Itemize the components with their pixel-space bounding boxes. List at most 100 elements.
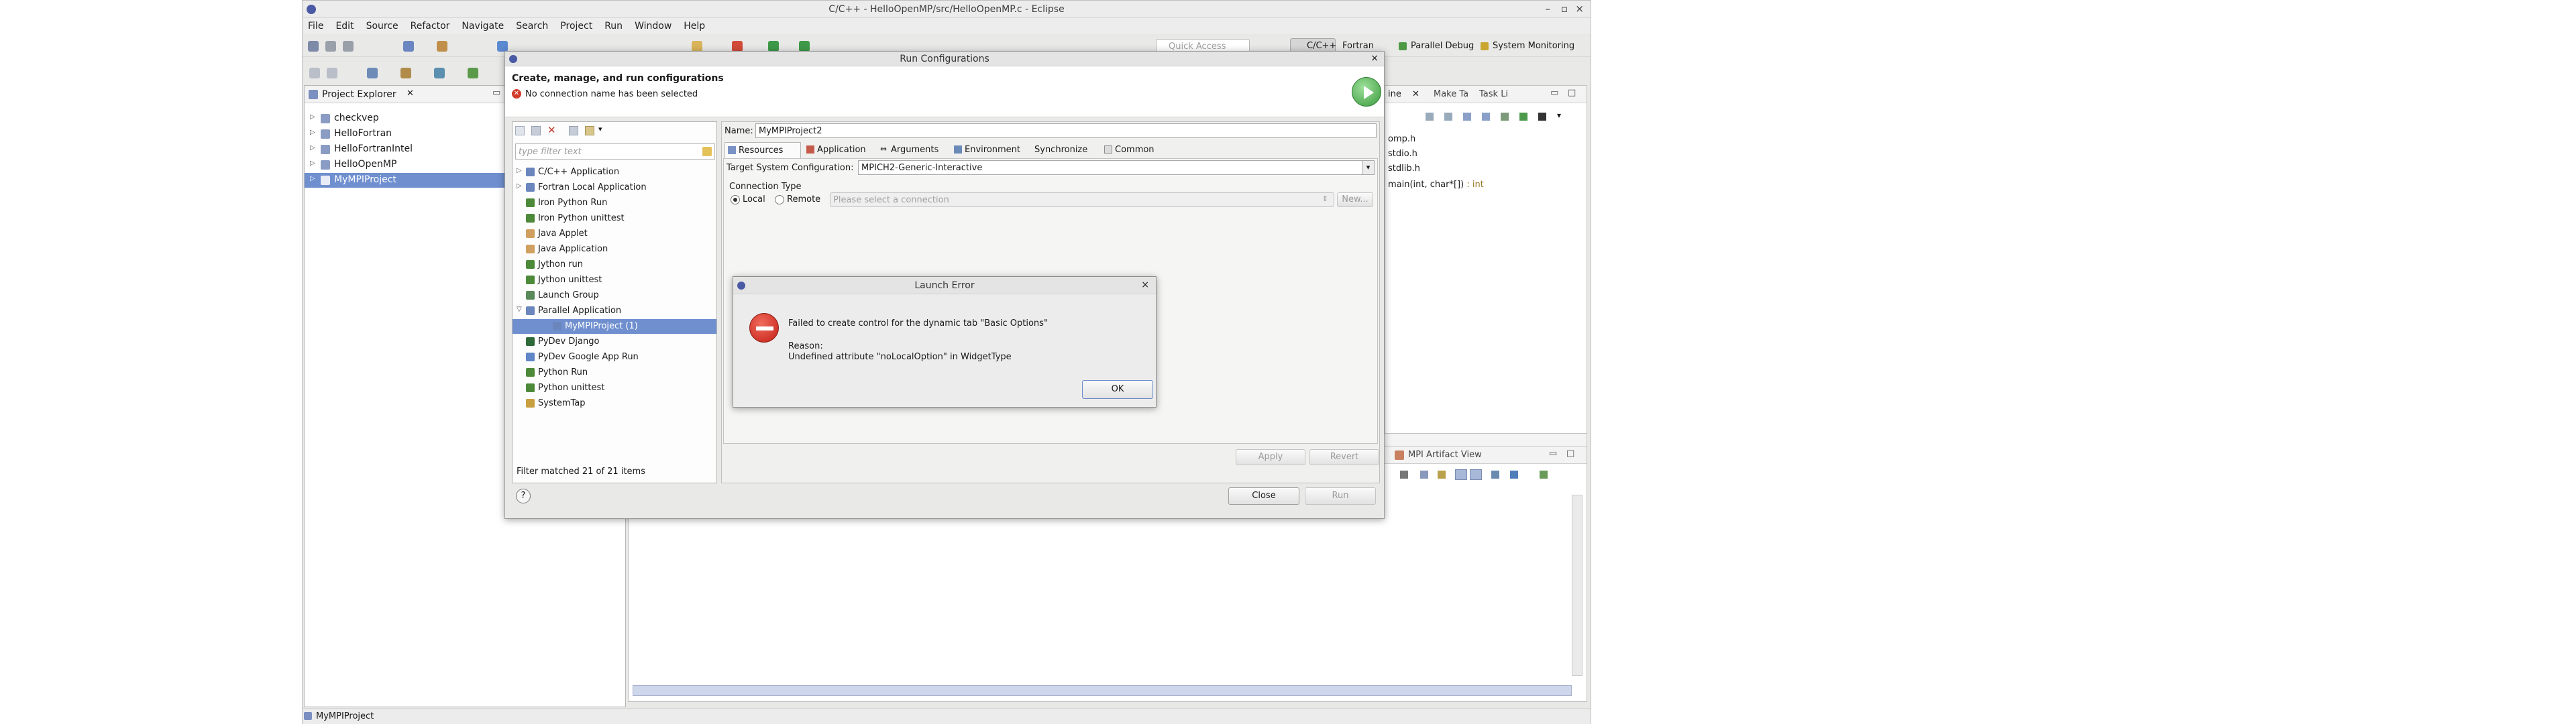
chevron-down-icon[interactable]: ▾: [1362, 161, 1374, 174]
forward-icon[interactable]: [327, 68, 337, 78]
outline-item[interactable]: stdio.h: [1388, 149, 1417, 159]
tab-outline[interactable]: ine: [1388, 89, 1401, 99]
minimize-view-icon[interactable]: ▭: [1549, 448, 1557, 459]
maximize-view-icon[interactable]: □: [1566, 448, 1574, 459]
dialog-titlebar[interactable]: Launch Error ×: [733, 277, 1156, 294]
target-system-select[interactable]: MPICH2-Generic-Interactive ▾: [858, 160, 1375, 175]
menu-edit[interactable]: Edit: [330, 18, 360, 32]
radio-remote[interactable]: [775, 195, 784, 204]
run-last-icon[interactable]: [799, 41, 810, 52]
menu-refactor[interactable]: Refactor: [405, 18, 457, 32]
refresh-icon[interactable]: [468, 68, 478, 78]
clear-filter-icon[interactable]: [702, 147, 712, 156]
launch-config-item[interactable]: Jython unittest: [513, 273, 716, 288]
launch-config-item[interactable]: Python Run: [513, 365, 716, 380]
perspective-parallel-debug[interactable]: Parallel Debug: [1411, 41, 1474, 51]
expand-arrow-icon[interactable]: ▷: [310, 160, 315, 167]
tab-resources[interactable]: Resources: [724, 142, 801, 158]
tool-icon[interactable]: [1470, 469, 1482, 480]
maximize-icon[interactable]: ▫: [1561, 3, 1568, 15]
menu-file[interactable]: File: [303, 18, 330, 32]
back-icon[interactable]: [309, 68, 320, 78]
outline-item[interactable]: omp.h: [1388, 134, 1415, 144]
expand-arrow-icon[interactable]: ▷: [310, 113, 315, 121]
monitor-icon[interactable]: [367, 68, 378, 78]
expand-arrow-icon[interactable]: ▽: [517, 306, 522, 313]
help-icon[interactable]: ?: [516, 489, 531, 503]
tab-environment[interactable]: Environment: [951, 142, 1030, 158]
horizontal-scrollbar[interactable]: [633, 685, 1572, 696]
minimize-icon[interactable]: –: [1546, 3, 1551, 15]
outline-item-main[interactable]: main(int, char*[]) : int: [1388, 180, 1484, 190]
outline-item[interactable]: stdlib.h: [1388, 164, 1420, 174]
launch-config-item[interactable]: Iron Python Run: [513, 196, 716, 210]
tool-icon[interactable]: [1400, 471, 1408, 479]
tool-icon[interactable]: [1491, 471, 1499, 479]
window-titlebar[interactable]: C/C++ - HelloOpenMP/src/HelloOpenMP.c - …: [303, 1, 1591, 18]
new-connection-button[interactable]: New...: [1337, 192, 1373, 207]
perspective-system-monitoring[interactable]: System Monitoring: [1493, 41, 1574, 51]
link-icon[interactable]: [1519, 113, 1527, 121]
maximize-view-icon[interactable]: □: [1568, 88, 1576, 98]
filter-dropdown-icon[interactable]: ▾: [598, 125, 602, 133]
expand-arrow-icon[interactable]: ▷: [310, 144, 315, 152]
run-icon[interactable]: [768, 41, 779, 52]
delete-icon[interactable]: ✕: [547, 124, 556, 136]
apply-button[interactable]: Apply: [1236, 449, 1305, 465]
collapse-all-icon[interactable]: [569, 126, 578, 135]
filter-input[interactable]: type filter text: [515, 143, 715, 160]
hide-nonpublic-icon[interactable]: [1501, 113, 1509, 121]
launch-config-item[interactable]: ▷ Fortran Local Application: [513, 180, 716, 195]
tab-arguments[interactable]: ⇔ Arguments: [877, 142, 950, 158]
minimize-view-icon[interactable]: ▭: [1550, 88, 1558, 98]
launch-config-item[interactable]: PyDev Google App Run: [513, 350, 716, 365]
expand-arrow-icon[interactable]: ▷: [310, 129, 315, 136]
hide-fields-icon[interactable]: [1463, 113, 1471, 121]
hide-static-icon[interactable]: [1482, 113, 1490, 121]
close-icon[interactable]: ×: [1141, 280, 1149, 290]
tab-application[interactable]: Application: [804, 142, 876, 158]
dialog-titlebar[interactable]: Run Configurations ×: [505, 52, 1384, 66]
close-tab-icon[interactable]: ✕: [407, 88, 414, 99]
menu-source[interactable]: Source: [361, 18, 405, 32]
launch-config-item[interactable]: Python unittest: [513, 381, 716, 396]
close-button[interactable]: Close: [1228, 487, 1299, 505]
close-tab-icon[interactable]: ✕: [1412, 89, 1419, 99]
duplicate-icon[interactable]: [531, 126, 541, 135]
save-icon[interactable]: [325, 41, 336, 52]
tool-icon[interactable]: [1540, 471, 1548, 479]
tab-make-targets[interactable]: Make Ta: [1434, 89, 1468, 99]
menu-project[interactable]: Project: [555, 18, 599, 32]
revert-button[interactable]: Revert: [1309, 449, 1379, 465]
search-icon[interactable]: [692, 41, 702, 52]
menu-window[interactable]: Window: [629, 18, 678, 32]
ok-button[interactable]: OK: [1082, 380, 1153, 399]
tab-task-list[interactable]: Task Li: [1479, 89, 1508, 99]
expand-arrow-icon[interactable]: ▷: [517, 167, 522, 174]
view-menu-icon[interactable]: ▾: [1557, 111, 1561, 120]
menu-navigate[interactable]: Navigate: [456, 18, 511, 32]
launch-config-item[interactable]: Launch Group: [513, 288, 716, 303]
launch-config-item[interactable]: Jython run: [513, 257, 716, 272]
tool-icon[interactable]: [1510, 471, 1518, 479]
build-icon[interactable]: [403, 41, 414, 52]
project-explorer-tab[interactable]: Project Explorer: [322, 89, 396, 100]
save-all-icon[interactable]: [343, 41, 354, 52]
launch-config-item[interactable]: Java Applet: [513, 227, 716, 241]
folder-icon[interactable]: [400, 68, 411, 78]
tool-icon[interactable]: [1420, 471, 1428, 479]
filter-icon[interactable]: [585, 126, 594, 135]
connection-select[interactable]: Please select a connection ⇕: [830, 192, 1334, 207]
name-field[interactable]: MyMPIProject2: [755, 123, 1377, 138]
menu-run[interactable]: Run: [599, 18, 629, 32]
expand-arrow-icon[interactable]: ▷: [517, 182, 522, 190]
vertical-scrollbar[interactable]: [1572, 495, 1582, 676]
debug-icon[interactable]: [497, 41, 508, 52]
tab-mpi-artifact-view[interactable]: MPI Artifact View: [1408, 450, 1482, 460]
close-icon[interactable]: ×: [1575, 3, 1584, 15]
launch-config-item[interactable]: Java Application: [513, 242, 716, 257]
tab-common[interactable]: Common: [1102, 142, 1166, 158]
launch-config-item[interactable]: ▷ C/C++ Application: [513, 165, 716, 180]
collapse-icon[interactable]: [1426, 113, 1434, 121]
close-icon[interactable]: ×: [1371, 53, 1379, 64]
